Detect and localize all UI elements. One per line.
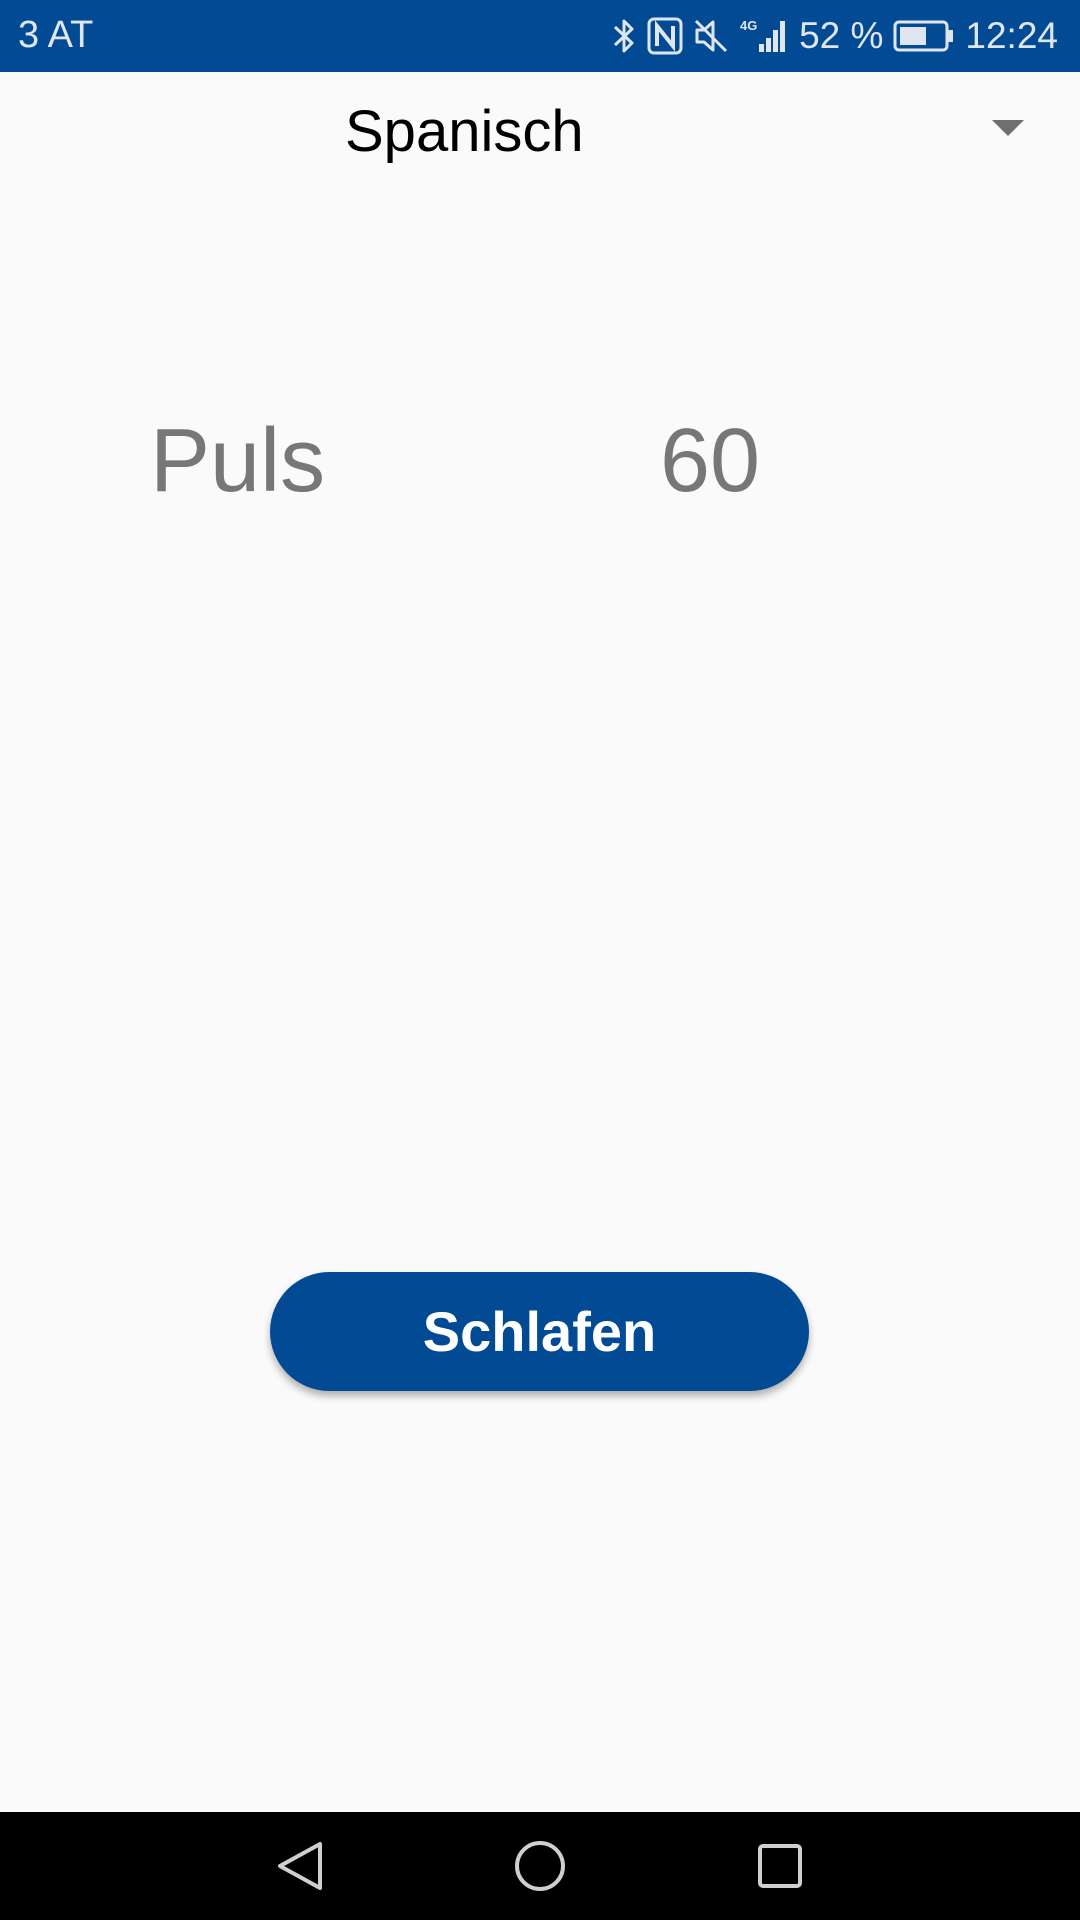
carrier-label: 3 AT xyxy=(18,14,94,56)
signal-icon: 4G xyxy=(739,16,789,56)
mute-icon xyxy=(693,16,729,56)
navigation-bar xyxy=(0,1812,1080,1920)
screen: 3 AT 4G 52 % 12:24 Spanisch Puls 60 Schl… xyxy=(0,0,1080,1920)
back-icon[interactable] xyxy=(270,1836,330,1896)
clock: 12:24 xyxy=(965,15,1058,56)
pulse-label: Puls xyxy=(150,411,326,511)
language-selected-value: Spanisch xyxy=(345,99,584,164)
home-icon[interactable] xyxy=(510,1836,570,1896)
nfc-icon xyxy=(647,16,683,56)
status-icons: 4G 52 % 12:24 xyxy=(611,10,1058,62)
dropdown-arrow-icon xyxy=(992,120,1024,136)
language-spinner[interactable]: Spanisch xyxy=(0,72,1080,188)
pulse-value: 60 xyxy=(660,411,761,511)
battery-percent: 52 % xyxy=(799,15,884,56)
sleep-button[interactable]: Schlafen xyxy=(270,1272,809,1391)
recents-icon[interactable] xyxy=(750,1836,810,1896)
battery-icon xyxy=(893,19,955,53)
network-type-label: 4G xyxy=(740,18,757,33)
status-bar: 3 AT 4G 52 % 12:24 xyxy=(0,0,1080,72)
bluetooth-icon xyxy=(611,16,637,56)
